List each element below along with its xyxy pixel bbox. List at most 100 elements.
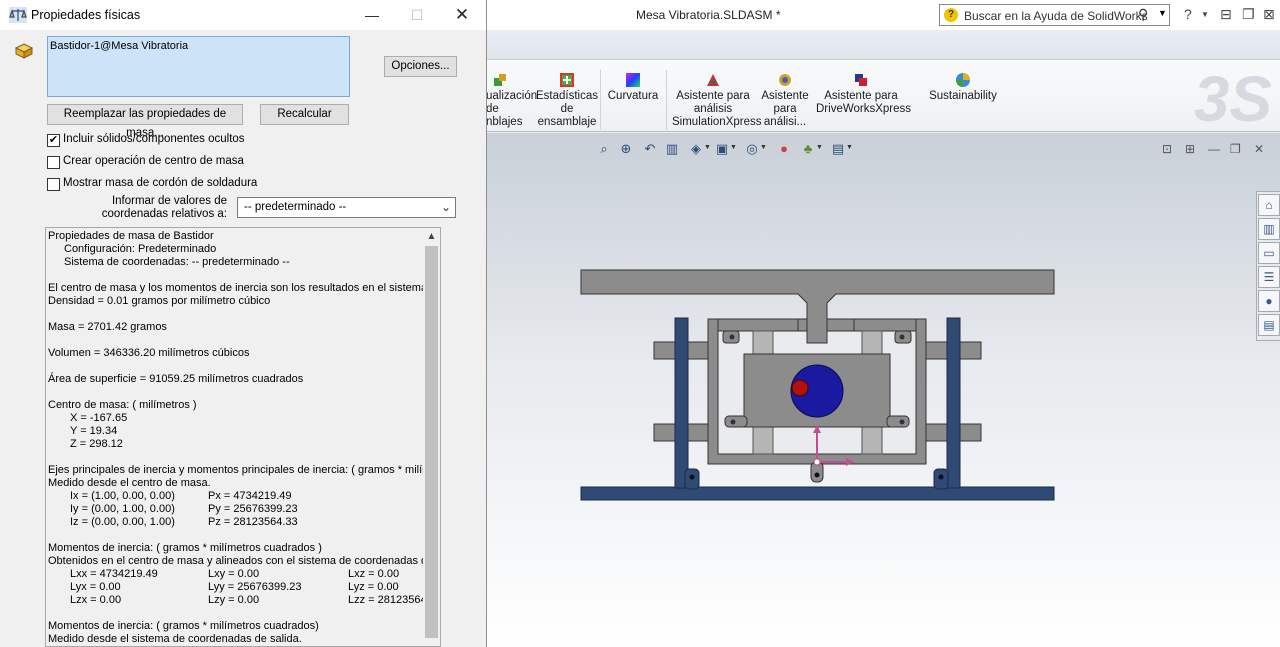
spring-right-bottom (861, 426, 883, 455)
minimize-icon[interactable]: ⊟ (1220, 6, 1232, 23)
coordinate-system-value: -- predeterminado -- (244, 201, 347, 213)
result-line: Lzx = 0.00 (70, 594, 122, 606)
dialog-minimize-icon[interactable]: — (357, 4, 387, 26)
help-icon[interactable]: ? (1184, 6, 1192, 22)
ribbon-label: Asistente para análisis SimulationXpress (672, 90, 762, 128)
file-explorer-icon[interactable]: ▭ (1258, 242, 1280, 264)
result-line: Centro de masa: ( milímetros ) (48, 399, 197, 411)
result-line: Ejes principales de inercia y momentos p… (48, 464, 424, 476)
bolt (814, 472, 820, 478)
block-tab-right (886, 415, 910, 428)
ribbon-driveworks-button[interactable]: Asistente para DriveWorksXpress (816, 72, 911, 116)
override-mass-properties-button[interactable]: Reemplazar las propiedades de masa... (47, 104, 243, 139)
recalculate-button[interactable]: Recalcular (260, 104, 349, 125)
chevron-down-icon[interactable]: ⌄ (441, 200, 451, 214)
dialog-maximize-icon: ☐ (410, 7, 424, 23)
result-line: Volumen = 346336.20 milímetros cúbicos (48, 347, 250, 359)
ribbon-simulationxpress-button[interactable]: Asistente para análisis SimulationXpress (672, 72, 761, 129)
result-line: Sistema de coordenadas: -- predeterminad… (64, 256, 290, 268)
selected-items-list[interactable]: Bastidor-1@Mesa Vibratoria (47, 36, 350, 97)
coordinate-system-select[interactable]: -- predeterminado -- ⌄ (237, 197, 456, 218)
graphics-area[interactable]: ⌕ ⊕ ↶ ▥ ◈ ▼ ▣ ▼ ◎ ▼ ● ♣ ▼ ▤ ▼ ⊡ ⊞ — ❐ ✕ (486, 133, 1280, 647)
checkbox-box[interactable] (47, 156, 60, 169)
close-icon[interactable]: ⊠ (1263, 6, 1275, 23)
bolt (938, 474, 944, 480)
restore-icon[interactable]: ❐ (1242, 6, 1255, 23)
help-dropdown-icon[interactable]: ▼ (1201, 10, 1209, 19)
bolt (899, 419, 905, 425)
post-right (946, 317, 961, 489)
result-value: Lxz = 0.00 (348, 568, 400, 580)
analysis-icon (779, 74, 791, 86)
result-line: Lxx = 4734219.49 (70, 568, 158, 580)
sustainability-icon (956, 73, 970, 87)
ribbon-toolbar: ualización de nblajes Estadísticas de en… (486, 60, 1280, 135)
design-library-icon[interactable]: ▥ (1258, 218, 1280, 240)
help-question-icon: ? (944, 8, 958, 22)
ribbon-curvature-button[interactable]: Curvatura (606, 72, 660, 103)
spring-left-top (752, 330, 774, 355)
checkbox-label: Crear operación de centro de masa (63, 155, 244, 167)
eccentric-mass (791, 379, 809, 397)
view-palette-icon[interactable]: ☰ (1258, 266, 1280, 288)
ribbon-separator (600, 70, 601, 130)
appearances-icon[interactable]: ● (1258, 290, 1280, 312)
simulation-icon (707, 74, 719, 86)
ribbon-separator (666, 70, 667, 130)
result-value: Px = 4734219.49 (208, 490, 292, 502)
origin-point (813, 458, 821, 466)
dialog-title: Propiedades físicas (31, 8, 141, 22)
solidworks-resources-icon[interactable]: ⌂ (1258, 194, 1280, 216)
ribbon-analysis-button[interactable]: Asistente para análisi... (758, 72, 812, 129)
search-icon[interactable]: ⚲ (1138, 6, 1148, 23)
clamp-left (717, 318, 799, 332)
interference-icon (494, 74, 506, 86)
spring-right-top (861, 330, 883, 355)
scroll-thumb[interactable] (425, 246, 438, 638)
ribbon-label: Sustainability (929, 90, 997, 102)
command-manager-tabs (486, 30, 1280, 60)
coordinate-system-label: Informar de valores de coordenadas relat… (101, 195, 227, 220)
result-line: Ix = (1.00, 0.00, 0.00) (70, 490, 175, 502)
ribbon-sustainability-button[interactable]: Sustainability (926, 72, 1000, 103)
result-line: Configuración: Predeterminado (64, 243, 217, 255)
result-line: Obtenidos en el centro de masa y alinead… (48, 555, 424, 567)
result-line: Y = 19.34 (70, 425, 118, 437)
ribbon-assembly-stats-button[interactable]: Estadísticas de ensamblaje (536, 72, 598, 129)
help-search-input[interactable]: Buscar en la Ayuda de SolidWorks (964, 9, 1148, 23)
result-value: Lzy = 0.00 (208, 594, 260, 606)
checkbox-label: Incluir sólidos/componentes ocultos (63, 133, 245, 145)
dialog-close-icon[interactable]: ✕ (447, 4, 477, 26)
checkbox-box[interactable] (47, 178, 60, 191)
help-search-box[interactable]: ? Buscar en la Ayuda de SolidWorks ⚲ ▼ (939, 4, 1170, 26)
assembly-stats-icon (560, 73, 574, 87)
result-line: Iy = (0.00, 1.00, 0.00) (70, 503, 175, 515)
result-value: Lyy = 25676399.23 (208, 581, 302, 593)
component-icon (14, 43, 34, 59)
checkbox-box[interactable]: ✔ (47, 134, 60, 147)
options-button[interactable]: Opciones... (384, 56, 457, 77)
scroll-up-icon[interactable]: ▲ (423, 228, 440, 245)
mass-properties-results[interactable]: Propiedades de masa de Bastidor Configura… (45, 227, 441, 647)
bolt (899, 334, 905, 340)
ds-logo: 3S (1193, 63, 1272, 135)
document-title: Mesa Vibratoria.SLDASM * (636, 8, 781, 22)
ribbon-label: Asistente para análisi... (761, 90, 809, 128)
result-line: Área de superficie = 91059.25 milímetros… (48, 373, 304, 385)
bolt (689, 474, 695, 480)
driveworks-icon (855, 74, 867, 86)
selected-component[interactable]: Bastidor-1@Mesa Vibratoria (50, 40, 188, 52)
results-scrollbar[interactable]: ▲ (423, 228, 440, 646)
dialog-titlebar: Propiedades físicas — ☐ ✕ (0, 0, 486, 30)
result-line: Densidad = 0.01 gramos por milímetro cúb… (48, 295, 271, 307)
ribbon-label: ualización de nblajes (486, 90, 538, 128)
custom-properties-icon[interactable]: ▤ (1258, 314, 1280, 336)
search-dropdown-icon[interactable]: ▼ (1158, 8, 1167, 18)
task-pane-tabs: ⌂ ▥ ▭ ☰ ● ▤ (1256, 191, 1280, 341)
top-table (580, 269, 1055, 344)
ribbon-interference-button[interactable]: ualización de nblajes (486, 72, 537, 129)
solidworks-titlebar: Mesa Vibratoria.SLDASM * ? Buscar en la … (486, 0, 1280, 30)
curvature-icon (626, 73, 640, 87)
result-value: Lxy = 0.00 (208, 568, 260, 580)
result-line: Propiedades de masa de Bastidor (48, 230, 214, 242)
